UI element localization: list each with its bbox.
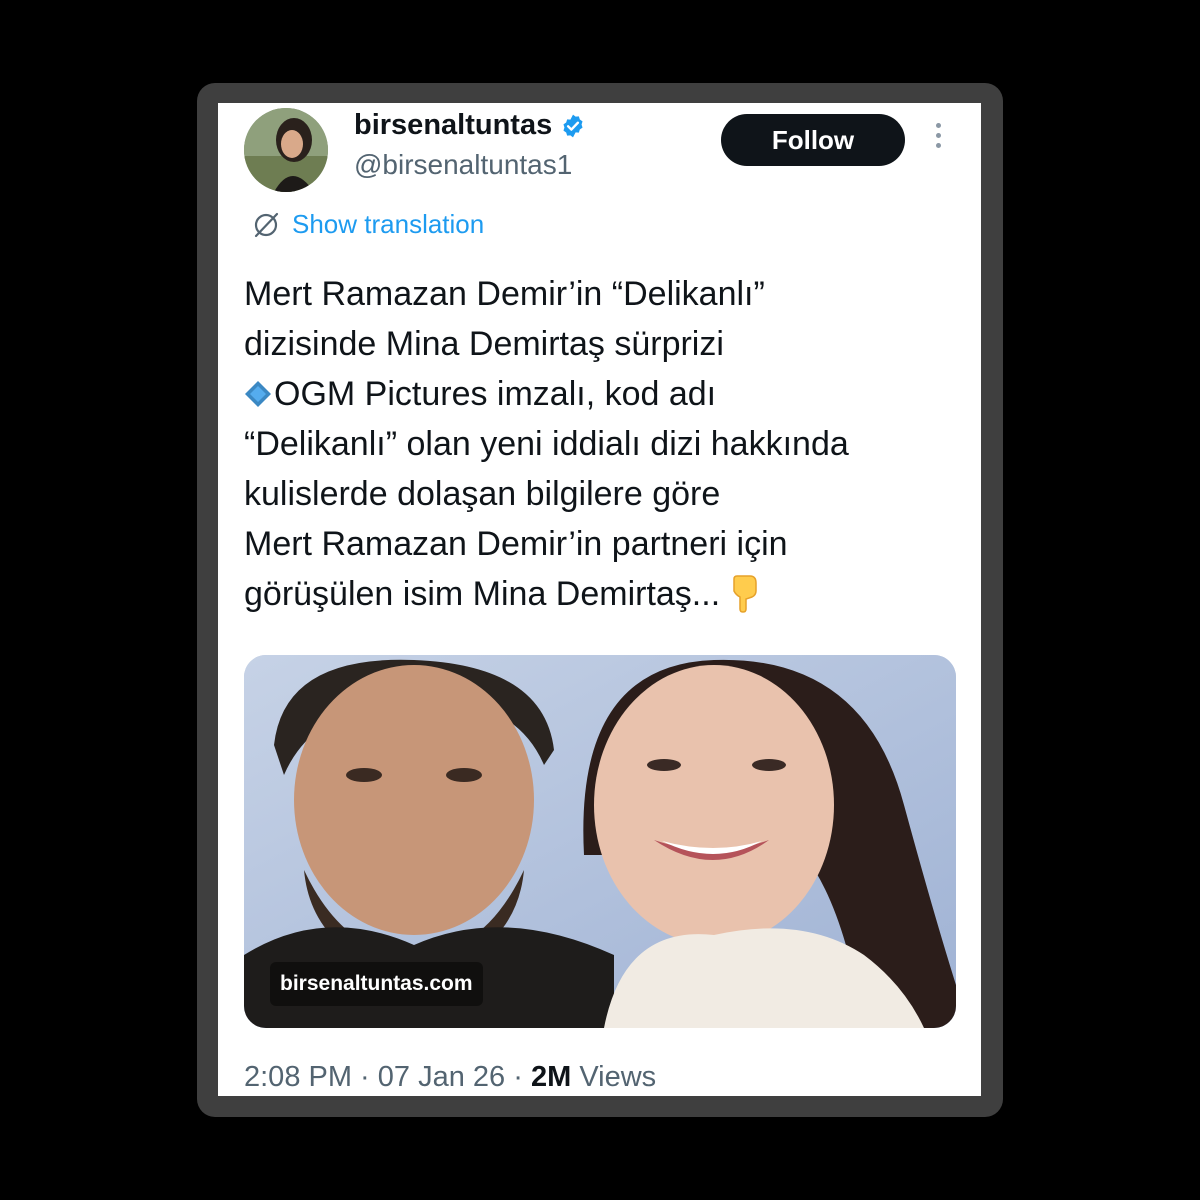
views-count: 2M [530,1061,572,1093]
tweet-line: Mert Ramazan Demir’in “Delikanlı” [244,275,765,313]
blue-diamond-emoji-icon [245,381,271,407]
tweet-line: “Delikanlı” olan yeni iddialı dizi hakkı… [244,425,849,463]
show-translation-label: Show translation [292,209,485,239]
avatar[interactable] [244,108,328,192]
display-name[interactable]: birsenaltuntas [354,109,552,142]
tweet-line: görüşülen isim Mina Demirtaş... [244,569,964,619]
tweet-text: Mert Ramazan Demir’in “Delikanlı” dizisi… [244,269,964,619]
meta-separator: · [352,1061,378,1093]
tweet-line-text: OGM Pictures imzalı, kod adı [274,375,717,413]
follow-button[interactable]: Follow [721,114,905,166]
meta-separator: · [505,1061,531,1093]
tweet-line: kulislerde dolaşan bilgilere göre [244,475,721,513]
verified-badge-icon [563,114,583,137]
translate-icon [254,212,279,237]
tweet-date[interactable]: 07 Jan 26 [378,1061,505,1093]
pointing-down-emoji-icon [733,575,757,613]
tweet-meta: 2:08 PM · 07 Jan 26 · 2M Views [244,1061,656,1094]
tweet-line-text: görüşülen isim Mina Demirtaş... [244,575,721,613]
tweet-line: dizisinde Mina Demirtaş sürprizi [244,325,724,363]
tweet-card: birsenaltuntas @birsenaltuntas1 Follow S… [218,103,981,1096]
image-watermark: birsenaltuntas.com [270,962,483,1006]
show-translation-link[interactable]: Show translation [252,209,484,240]
user-name-row: birsenaltuntas [354,109,586,142]
tweet-image[interactable]: birsenaltuntas.com [244,655,956,1028]
more-options-icon[interactable] [930,123,946,159]
user-handle[interactable]: @birsenaltuntas1 [354,149,572,181]
tweet-line: OGM Pictures imzalı, kod adı [244,369,964,419]
tweet-time[interactable]: 2:08 PM [244,1061,352,1093]
views-label: Views [579,1061,657,1093]
tweet-line: Mert Ramazan Demir’in partneri için [244,525,788,563]
